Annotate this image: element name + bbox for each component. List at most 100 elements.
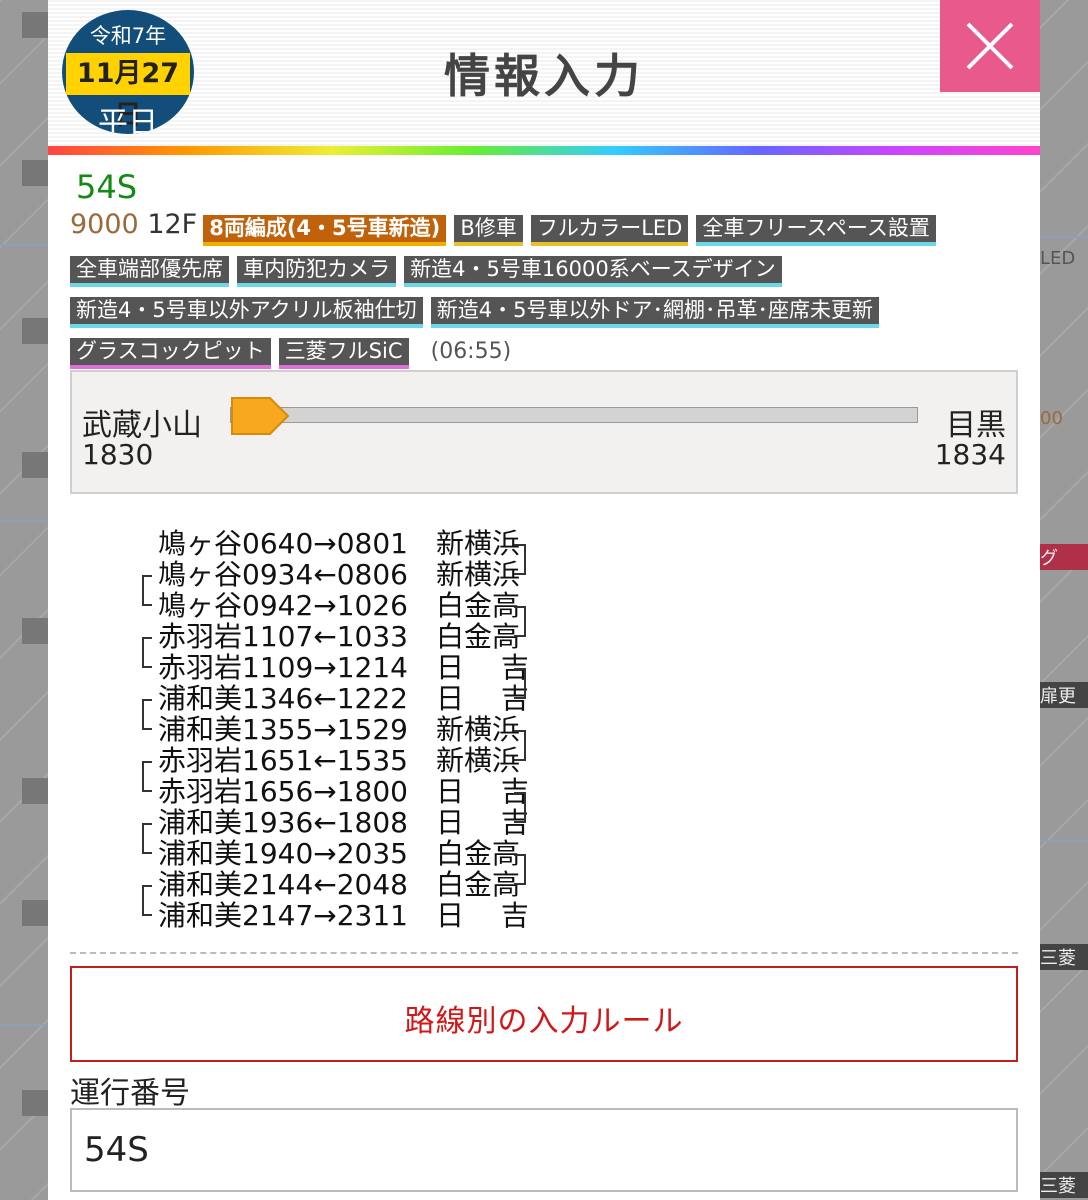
slider-track[interactable]	[230, 407, 918, 423]
schedule-destination: 白金高	[436, 589, 521, 622]
bracket-right	[514, 606, 526, 637]
schedule-row: 赤羽岩1656→1800 日 吉	[110, 776, 630, 807]
train-series: 9000	[70, 209, 139, 240]
schedule-row: 鳩ヶ谷0942→1026 白金高	[110, 590, 630, 621]
schedule-row: 赤羽岩1651←1535 新横浜	[110, 745, 630, 776]
schedule-destination: 新横浜	[436, 558, 521, 591]
schedule-row: 浦和美2147→2311 日 吉	[110, 900, 630, 931]
schedule-times: 赤羽岩1656→1800	[158, 775, 408, 808]
bracket-left	[142, 699, 152, 730]
schedule-times: 浦和美1355→1529	[158, 713, 408, 746]
schedule-times: 赤羽岩1109→1214	[158, 651, 408, 684]
bracket-left	[142, 823, 152, 854]
modal-header: 情報入力	[48, 0, 1040, 146]
modal-title: 情報入力	[444, 49, 644, 103]
train-feature-tag: 新造4・5号車以外ドア･網棚･吊革･座席未更新	[430, 297, 879, 328]
schedule-times: 浦和美1940→2035	[158, 837, 408, 870]
background-line	[1040, 236, 1088, 238]
train-feature-tag: 三菱フルSiC	[278, 338, 409, 369]
schedule-row: 赤羽岩1107←1033 白金高	[110, 621, 630, 652]
schedule-times: 鳩ヶ谷0934←0806	[158, 558, 408, 591]
schedule-destination: 新横浜	[436, 744, 521, 777]
bracket-left	[142, 761, 152, 792]
schedule-destination: 白金高	[436, 837, 521, 870]
train-formation: 12F	[147, 209, 198, 240]
train-formation-line: 9000 12F	[70, 209, 197, 240]
background-tag: 三菱	[1040, 944, 1088, 970]
background-line	[1040, 840, 1088, 842]
schedule-destination: 日 吉	[436, 651, 529, 684]
schedule-destination: 白金高	[436, 620, 521, 653]
bracket-left	[142, 885, 152, 916]
schedule-row: 浦和美2144←2048 白金高	[110, 869, 630, 900]
background-line	[0, 244, 48, 246]
line-input-rules-button[interactable]: 路線別の入力ルール	[70, 966, 1018, 1062]
train-tag-list: 9000 12F 8両編成(4・5号車新造) B修車 フルカラーLED 全車フリー…	[70, 209, 1020, 379]
bracket-right	[514, 730, 526, 761]
schedule-destination: 新横浜	[436, 527, 521, 560]
date-era: 令和7年	[89, 24, 167, 48]
background-tag: グ	[1040, 544, 1088, 570]
from-train-number: 1830	[82, 438, 154, 471]
time-note: (06:55)	[430, 339, 512, 364]
date-day-type: 平日	[98, 106, 158, 134]
dashed-divider	[70, 952, 1018, 954]
schedule-times: 鳩ヶ谷0640→0801	[158, 527, 408, 560]
bracket-left	[142, 575, 152, 606]
schedule-row: 鳩ヶ谷0640→0801 新横浜	[110, 528, 630, 559]
background-tag: 三菱	[1040, 1172, 1088, 1198]
date-badge: 令和7年 11月27日 平日	[62, 10, 194, 134]
background-text: 00	[1040, 408, 1063, 429]
bracket-left	[142, 637, 152, 668]
schedule-row: 浦和美1346←1222 日 吉	[110, 683, 630, 714]
schedule-row: 鳩ヶ谷0934←0806 新横浜	[110, 559, 630, 590]
train-feature-tag: 全車端部優先席	[70, 256, 229, 287]
background-text: LED	[1040, 248, 1076, 269]
schedule-times: 浦和美1346←1222	[158, 682, 408, 715]
schedule-destination: 白金高	[436, 868, 521, 901]
close-button[interactable]	[940, 0, 1040, 92]
schedule-destination: 新横浜	[436, 713, 521, 746]
background-line	[0, 520, 48, 522]
bracket-right	[514, 792, 526, 823]
background-square	[22, 318, 48, 344]
close-x-icon	[966, 22, 1014, 70]
slider-thumb[interactable]	[230, 394, 290, 438]
background-square	[22, 452, 48, 478]
train-feature-tag: フルカラーLED	[530, 215, 689, 246]
run-number-input[interactable]	[70, 1108, 1018, 1192]
background-square	[22, 900, 48, 926]
background-square	[22, 160, 48, 186]
rule-button-label: 路線別の入力ルール	[404, 1004, 684, 1039]
to-train-number: 1834	[934, 438, 1006, 471]
schedule-times: 赤羽岩1651←1535	[158, 744, 408, 777]
bracket-right	[514, 854, 526, 885]
rainbow-divider	[48, 146, 1040, 155]
schedule-destination: 日 吉	[436, 806, 529, 839]
bracket-right	[514, 668, 526, 699]
train-feature-tag: B修車	[454, 215, 523, 246]
schedule-destination: 日 吉	[436, 775, 529, 808]
background-square	[22, 618, 48, 644]
train-feature-tag: 新造4・5号車以外アクリル板袖仕切	[70, 297, 423, 328]
bracket-right	[514, 544, 526, 575]
train-feature-tag: 新造4・5号車16000系ベースデザイン	[404, 256, 782, 287]
background-square	[22, 778, 48, 804]
schedule-times: 鳩ヶ谷0942→1026	[158, 589, 408, 622]
schedule-destination: 日 吉	[436, 682, 529, 715]
train-feature-tag: 全車フリースペース設置	[696, 215, 936, 246]
segment-slider-panel: 武蔵小山 1830 目黒 1834	[70, 370, 1018, 494]
background-square	[22, 1090, 48, 1116]
schedule-times: 赤羽岩1107←1033	[158, 620, 408, 653]
schedule-times: 浦和美1936←1808	[158, 806, 408, 839]
date-day: 11月27日	[66, 53, 190, 131]
schedule-destination: 日 吉	[436, 899, 529, 932]
schedule-times: 浦和美2147→2311	[158, 899, 408, 932]
background-tag: 扉更	[1040, 682, 1088, 708]
background-line	[0, 1024, 48, 1026]
train-feature-tag: グラスコックピット	[70, 338, 271, 369]
operation-schedule: 鳩ヶ谷0640→0801 新横浜 鳩ヶ谷0934←0806 新横浜 鳩ヶ谷0942→10…	[110, 528, 630, 931]
train-feature-tag: 8両編成(4・5号車新造)	[203, 215, 447, 246]
schedule-times: 浦和美2144←2048	[158, 868, 408, 901]
schedule-row: 浦和美1940→2035 白金高	[110, 838, 630, 869]
